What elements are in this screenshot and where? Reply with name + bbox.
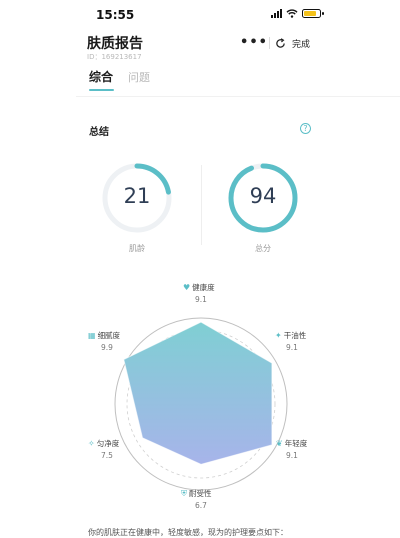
grid-icon: ▦ [88,331,96,340]
shield-icon: ⛨ [181,488,187,498]
heart-icon: ♥ [183,283,191,292]
axis-label-oiliness: ✦ 干油性 [275,331,307,340]
radar-chart [114,317,288,491]
axis-value-health: 9.1 [195,295,207,304]
axis-value-evenness: 7.5 [101,451,113,460]
axis-value-youth: 9.1 [286,451,298,460]
leaf-icon: ❦ [276,439,283,448]
axis-label-tolerance: ⛨ 耐受性 [181,488,212,499]
axis-label-fineness: ▦ 细腻度 [88,331,121,340]
axis-value-tolerance: 6.7 [195,501,207,510]
axis-value-fineness: 9.9 [101,343,113,352]
drop-icon: ✦ [275,331,282,340]
axis-label-evenness: ✧ 匀净度 [88,439,120,448]
axis-label-health: ♥ 健康度 [183,283,215,292]
radar-shape [123,321,273,465]
axis-value-oiliness: 9.1 [286,343,298,352]
sparkle-icon: ✧ [88,439,95,448]
axis-label-youth: ❦ 年轻度 [276,439,308,448]
